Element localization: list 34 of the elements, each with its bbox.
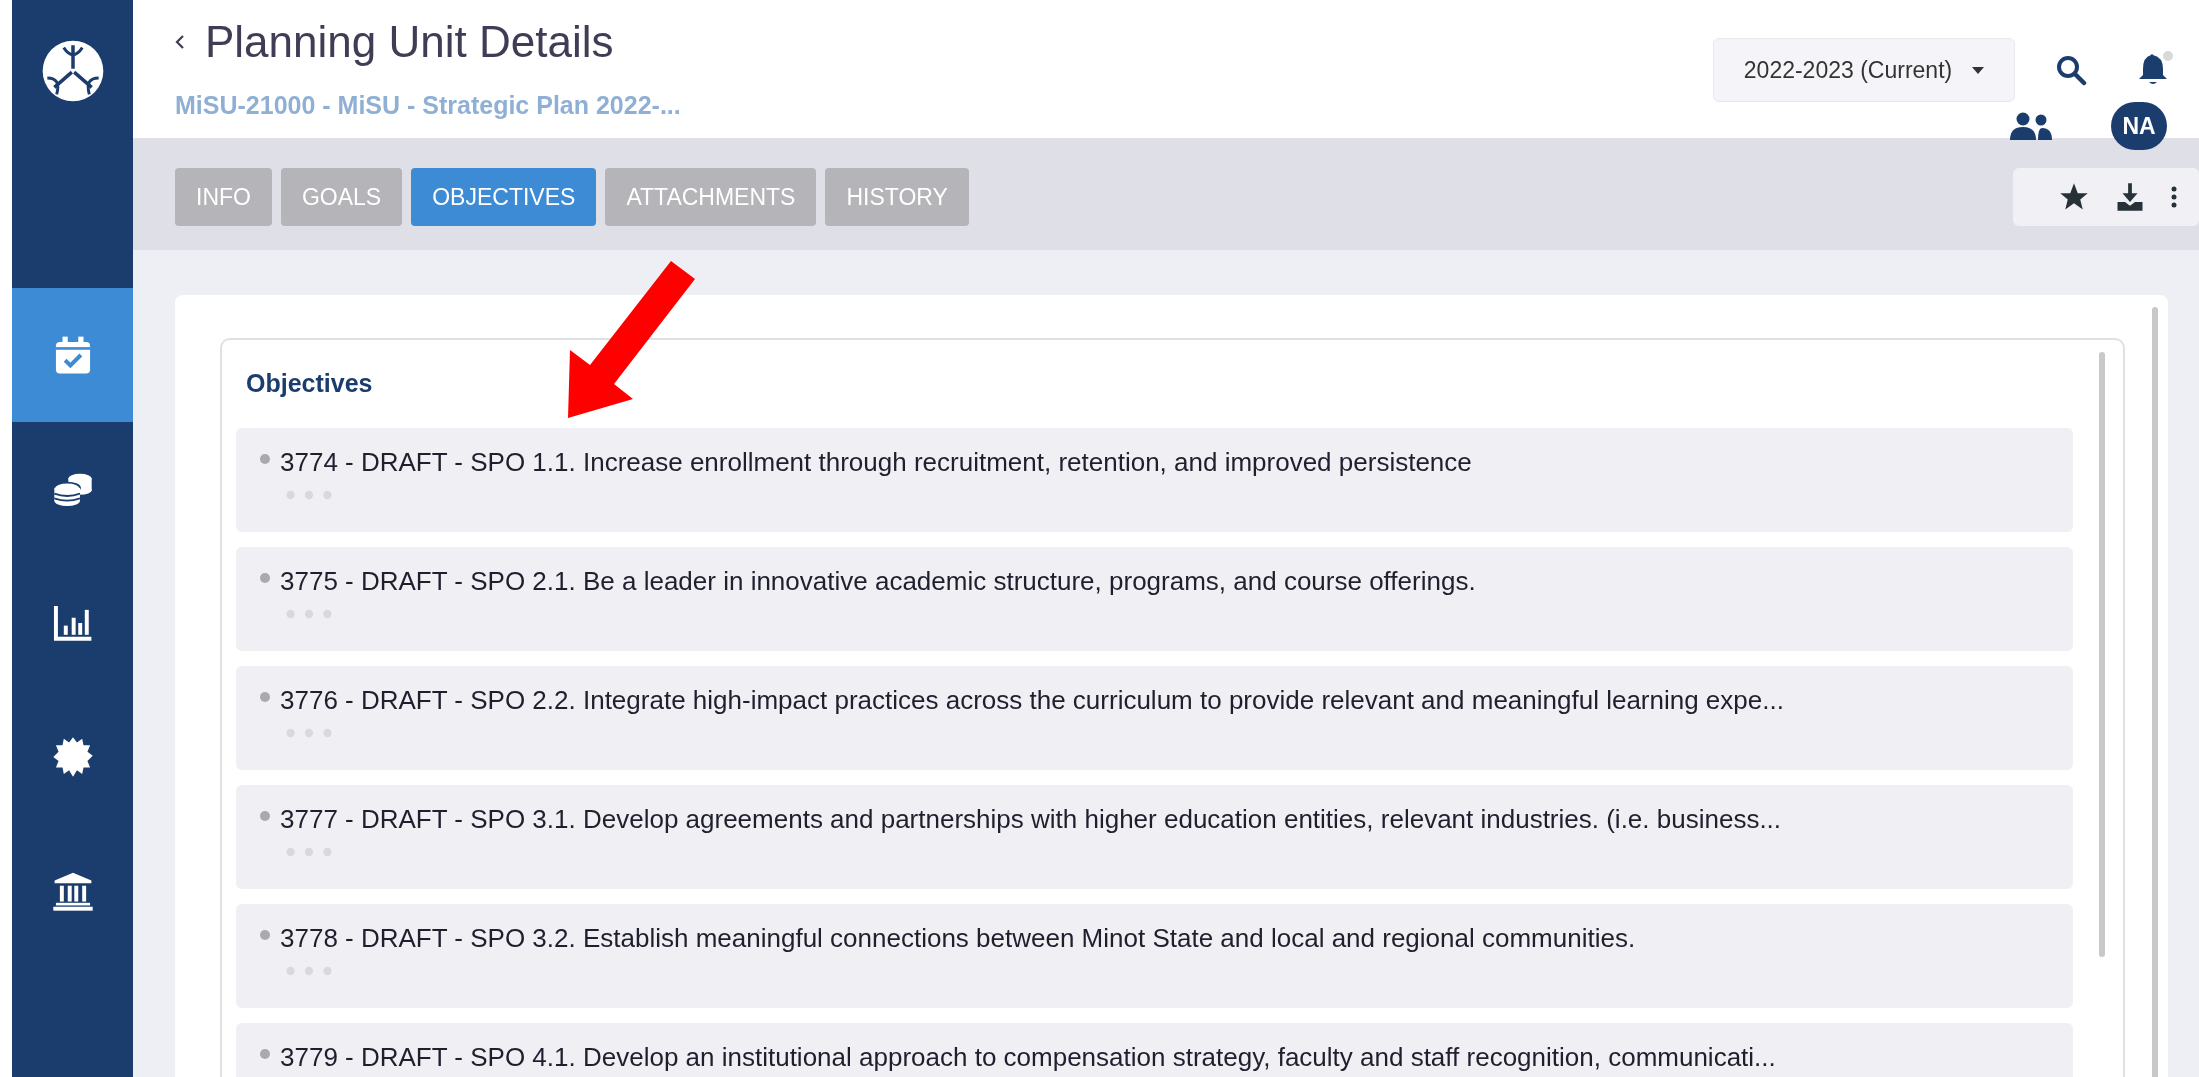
star-icon[interactable] bbox=[2059, 182, 2089, 212]
back-icon[interactable] bbox=[175, 34, 185, 50]
tab[interactable]: OBJECTIVES bbox=[411, 168, 597, 226]
page-title: Planning Unit Details bbox=[205, 17, 614, 67]
objective-row[interactable]: 3775 - DRAFT - SPO 2.1. Be a leader in innovative academic structure, programs, and course offerings. bbox=[236, 547, 2073, 651]
bullet-icon bbox=[260, 811, 270, 821]
objective-text: 3775 - DRAFT - SPO 2.1. Be a leader in innovative academic structure, programs, and course offerings. bbox=[280, 565, 1476, 598]
objective-row[interactable]: 3777 - DRAFT - SPO 3.1. Develop agreements and partnerships with higher education entities, relevant industries. (i.e. business... bbox=[236, 785, 2073, 889]
year-dropdown[interactable]: 2022-2023 (Current) bbox=[1713, 38, 2015, 102]
section-title: Objectives bbox=[245, 368, 374, 399]
bullet-icon bbox=[260, 692, 270, 702]
bullet-icon bbox=[260, 930, 270, 940]
users-icon[interactable] bbox=[2009, 111, 2053, 141]
objective-text: 3778 - DRAFT - SPO 3.2. Establish meaningful connections between Minot State and local and regional communities. bbox=[280, 922, 1636, 955]
badge-icon bbox=[51, 736, 94, 778]
download-icon[interactable] bbox=[2115, 182, 2145, 212]
bullet-icon bbox=[260, 573, 270, 583]
objective-text: 3774 - DRAFT - SPO 1.1. Increase enrollment through recruitment, retention, and improved persistence bbox=[280, 446, 1472, 479]
scrollbar[interactable] bbox=[2099, 352, 2105, 957]
search-icon[interactable] bbox=[2055, 53, 2087, 87]
bank-icon bbox=[51, 870, 94, 912]
objective-row[interactable]: 3779 - DRAFT - SPO 4.1. Develop an institutional approach to compensation strategy, faculty and staff recognition, communicati... bbox=[236, 1023, 2073, 1077]
objective-text: 3777 - DRAFT - SPO 3.1. Develop agreements and partnerships with higher education entities, relevant industries. (i.e. business... bbox=[280, 803, 1782, 836]
bullet-icon bbox=[260, 454, 270, 464]
caret-icon bbox=[1972, 66, 1985, 74]
user-avatar[interactable]: NA bbox=[2111, 102, 2167, 150]
objective-row[interactable]: 3774 - DRAFT - SPO 1.1. Increase enrollment through recruitment, retention, and improved persistence bbox=[236, 428, 2073, 532]
objective-row[interactable]: 3778 - DRAFT - SPO 3.2. Establish meaningful connections between Minot State and local and regional communities. bbox=[236, 904, 2073, 1008]
scrollbar[interactable] bbox=[2152, 307, 2158, 1077]
objective-text: 3776 - DRAFT - SPO 2.2. Integrate high-impact practices across the curriculum to provide relevant and meaningful learning expe... bbox=[280, 684, 1784, 717]
objective-text: 3779 - DRAFT - SPO 4.1. Develop an institutional approach to compensation strategy, faculty and staff recognition, communicati... bbox=[280, 1041, 1776, 1074]
objective-row[interactable]: 3776 - DRAFT - SPO 2.2. Integrate high-impact practices across the curriculum to provide relevant and meaningful learning expe... bbox=[236, 666, 2073, 770]
bullet-icon bbox=[260, 1049, 270, 1059]
more-icon[interactable] bbox=[2171, 185, 2177, 209]
